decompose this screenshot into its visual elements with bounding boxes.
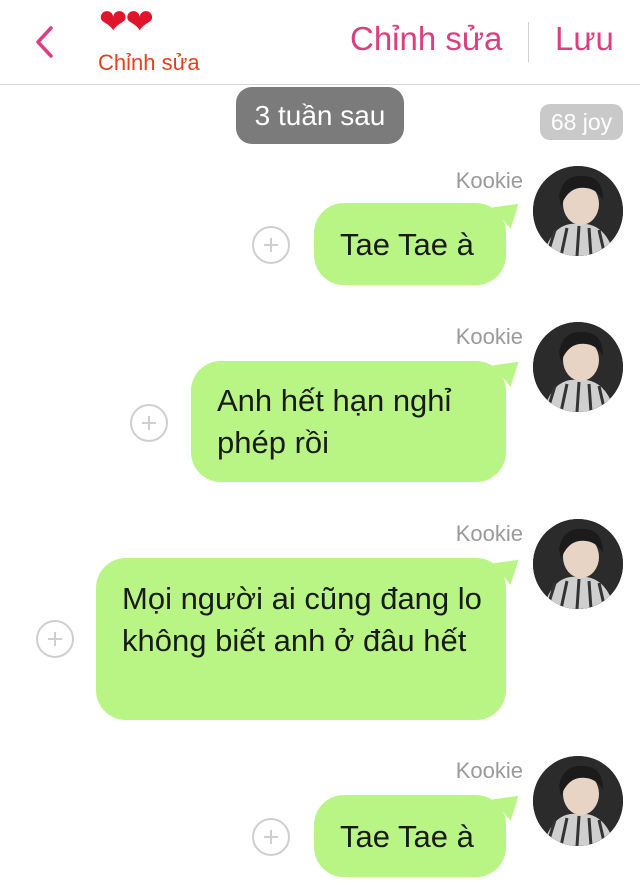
plus-icon — [142, 416, 156, 430]
add-reaction-button[interactable] — [130, 404, 168, 442]
sender-name: Kookie — [455, 324, 523, 349]
header-divider — [528, 22, 529, 62]
plus-icon — [264, 238, 278, 252]
sender-name: Kookie — [455, 168, 523, 193]
avatar[interactable] — [533, 519, 623, 609]
chevron-left-icon — [36, 26, 53, 58]
avatar[interactable] — [533, 322, 623, 412]
hearts-title: ❤❤ — [99, 3, 154, 41]
message-bubble[interactable]: Mọi người ai cũng đang lo không biết anh… — [96, 558, 506, 720]
plus-icon — [264, 830, 278, 844]
message-bubble[interactable]: Tae Tae à — [314, 795, 506, 877]
edit-button[interactable]: Chỉnh sửa — [350, 20, 502, 58]
top-bar: ❤❤ Chỉnh sửa Chỉnh sửa Lưu — [0, 0, 640, 85]
count-badge: 68 joy — [540, 104, 623, 140]
add-reaction-button[interactable] — [36, 620, 74, 658]
plus-icon — [48, 632, 62, 646]
save-button[interactable]: Lưu — [555, 20, 614, 58]
back-button[interactable] — [28, 20, 60, 64]
header-subtitle: Chỉnh sửa — [98, 50, 200, 75]
add-reaction-button[interactable] — [252, 818, 290, 856]
sender-name: Kookie — [455, 758, 523, 783]
message-bubble[interactable]: Tae Tae à — [314, 203, 506, 285]
add-reaction-button[interactable] — [252, 226, 290, 264]
avatar[interactable] — [533, 756, 623, 846]
sender-name: Kookie — [455, 521, 523, 546]
avatar[interactable] — [533, 166, 623, 256]
message-bubble[interactable]: Anh hết hạn nghỉ phép rồi — [191, 361, 506, 482]
time-separator: 3 tuần sau — [236, 87, 404, 144]
